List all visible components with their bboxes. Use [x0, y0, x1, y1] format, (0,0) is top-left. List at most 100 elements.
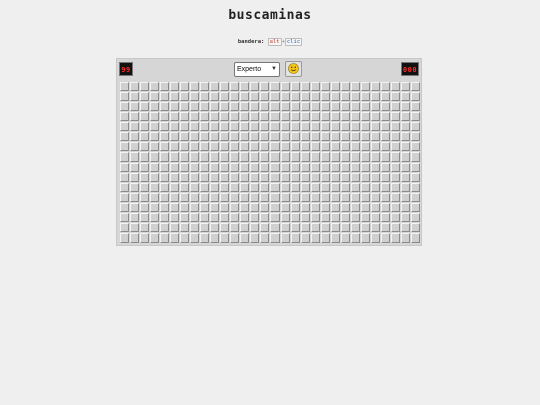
board-cell[interactable]: [330, 132, 340, 142]
board-cell[interactable]: [260, 203, 270, 213]
board-cell[interactable]: [350, 101, 360, 111]
board-cell[interactable]: [270, 132, 280, 142]
board-cell[interactable]: [169, 223, 179, 233]
board-cell[interactable]: [371, 223, 381, 233]
board-cell[interactable]: [300, 91, 310, 101]
board-cell[interactable]: [159, 132, 169, 142]
board-cell[interactable]: [270, 233, 280, 243]
board-cell[interactable]: [220, 223, 230, 233]
board-cell[interactable]: [179, 111, 189, 121]
board-cell[interactable]: [310, 223, 320, 233]
board-cell[interactable]: [361, 132, 371, 142]
board-cell[interactable]: [381, 233, 391, 243]
board-cell[interactable]: [361, 111, 371, 121]
board-cell[interactable]: [230, 182, 240, 192]
reset-face-button[interactable]: [285, 61, 302, 77]
board-cell[interactable]: [411, 122, 421, 132]
board-cell[interactable]: [320, 101, 330, 111]
board-cell[interactable]: [280, 142, 290, 152]
board-cell[interactable]: [330, 152, 340, 162]
board-cell[interactable]: [240, 162, 250, 172]
board-cell[interactable]: [310, 81, 320, 91]
board-cell[interactable]: [189, 152, 199, 162]
board-cell[interactable]: [210, 81, 220, 91]
board-cell[interactable]: [260, 132, 270, 142]
board-cell[interactable]: [391, 203, 401, 213]
board-cell[interactable]: [200, 192, 210, 202]
board-cell[interactable]: [280, 182, 290, 192]
board-cell[interactable]: [119, 142, 129, 152]
board-cell[interactable]: [119, 192, 129, 202]
board-cell[interactable]: [381, 111, 391, 121]
board-cell[interactable]: [149, 172, 159, 182]
board-cell[interactable]: [401, 182, 411, 192]
board-cell[interactable]: [290, 91, 300, 101]
board-cell[interactable]: [340, 111, 350, 121]
board-cell[interactable]: [179, 223, 189, 233]
board-cell[interactable]: [391, 81, 401, 91]
board-cell[interactable]: [250, 152, 260, 162]
board-cell[interactable]: [310, 203, 320, 213]
board-cell[interactable]: [119, 132, 129, 142]
board-cell[interactable]: [320, 132, 330, 142]
board-cell[interactable]: [240, 172, 250, 182]
board-cell[interactable]: [290, 81, 300, 91]
board-cell[interactable]: [250, 213, 260, 223]
board-cell[interactable]: [310, 192, 320, 202]
board-cell[interactable]: [169, 101, 179, 111]
board-cell[interactable]: [210, 203, 220, 213]
board-cell[interactable]: [210, 223, 220, 233]
board-cell[interactable]: [210, 152, 220, 162]
board-cell[interactable]: [401, 132, 411, 142]
board-cell[interactable]: [330, 213, 340, 223]
board-cell[interactable]: [270, 142, 280, 152]
board-cell[interactable]: [391, 233, 401, 243]
board-cell[interactable]: [371, 91, 381, 101]
board-cell[interactable]: [240, 203, 250, 213]
board-cell[interactable]: [340, 122, 350, 132]
board-cell[interactable]: [139, 223, 149, 233]
board-cell[interactable]: [290, 213, 300, 223]
board-cell[interactable]: [139, 203, 149, 213]
board-cell[interactable]: [139, 101, 149, 111]
board-cell[interactable]: [411, 203, 421, 213]
board-cell[interactable]: [260, 111, 270, 121]
board-cell[interactable]: [230, 223, 240, 233]
board-cell[interactable]: [169, 132, 179, 142]
board-cell[interactable]: [149, 213, 159, 223]
board-cell[interactable]: [179, 233, 189, 243]
board-cell[interactable]: [250, 162, 260, 172]
board-cell[interactable]: [179, 91, 189, 101]
board-cell[interactable]: [119, 81, 129, 91]
board-cell[interactable]: [189, 91, 199, 101]
board-cell[interactable]: [391, 182, 401, 192]
board-cell[interactable]: [129, 152, 139, 162]
board-cell[interactable]: [350, 152, 360, 162]
board-cell[interactable]: [300, 101, 310, 111]
board-cell[interactable]: [230, 203, 240, 213]
board-cell[interactable]: [129, 172, 139, 182]
board-cell[interactable]: [220, 182, 230, 192]
board-cell[interactable]: [139, 172, 149, 182]
board-cell[interactable]: [320, 81, 330, 91]
board-cell[interactable]: [401, 223, 411, 233]
board-cell[interactable]: [270, 203, 280, 213]
board-cell[interactable]: [179, 101, 189, 111]
board-cell[interactable]: [330, 101, 340, 111]
board-cell[interactable]: [381, 192, 391, 202]
board-cell[interactable]: [350, 172, 360, 182]
board-cell[interactable]: [250, 122, 260, 132]
board-cell[interactable]: [320, 172, 330, 182]
board-cell[interactable]: [159, 122, 169, 132]
board-cell[interactable]: [129, 192, 139, 202]
board-cell[interactable]: [179, 182, 189, 192]
board-cell[interactable]: [200, 81, 210, 91]
board-cell[interactable]: [320, 203, 330, 213]
board-cell[interactable]: [149, 132, 159, 142]
board-cell[interactable]: [200, 172, 210, 182]
board-cell[interactable]: [280, 132, 290, 142]
board-cell[interactable]: [169, 213, 179, 223]
board-cell[interactable]: [240, 192, 250, 202]
board-cell[interactable]: [240, 182, 250, 192]
board-cell[interactable]: [391, 172, 401, 182]
